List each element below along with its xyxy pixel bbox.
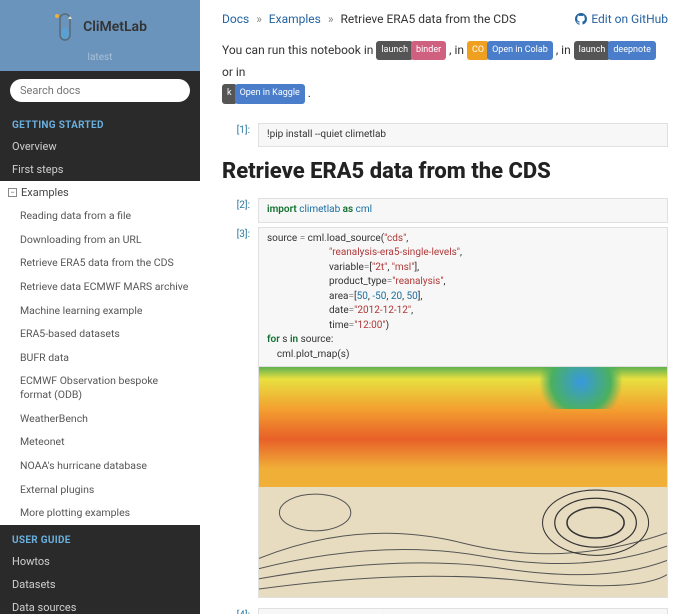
sub-plugins[interactable]: External plugins [0,478,200,502]
search-container [10,79,190,102]
breadcrumb-root[interactable]: Docs [222,12,249,26]
sub-weatherbench[interactable]: WeatherBench [0,407,200,431]
sub-era5-cds[interactable]: Retrieve ERA5 data from the CDS [0,251,200,275]
nav-examples-label: Examples [21,186,69,199]
breadcrumb-examples[interactable]: Examples [269,12,321,26]
github-label: Edit on GitHub [591,12,668,26]
sidebar-header: CliMetLab latest [0,0,200,71]
cell-4-prompt: [4]: [222,608,250,614]
collapse-icon: − [8,188,17,197]
cell-2: [2]: import climetlab as cml [222,198,668,223]
cell-4-code: source = cml.load_source("cds", "reanaly… [258,608,668,614]
sidebar: CliMetLab latest GETTING STARTED Overvie… [0,0,200,614]
page-title: Retrieve ERA5 data from the CDS [222,159,668,184]
sub-more-plotting[interactable]: More plotting examples [0,501,200,525]
sub-noaa[interactable]: NOAA's hurricane database [0,454,200,478]
version-label: latest [12,52,188,63]
badge-colab-l[interactable]: CO [467,41,489,60]
cell-1: [1]: !pip install --quiet climetlab [222,123,668,148]
nav-datasets[interactable]: Datasets [0,573,200,596]
nav-examples-group: − Examples Reading data from a file Down… [0,181,200,525]
github-icon [575,13,587,25]
sub-odb[interactable]: ECMWF Observation bespoke format (ODB) [0,369,200,406]
cell-3: [3]: source = cml.load_source("cds", "re… [222,227,668,599]
badge-colab-r[interactable]: Open in Colab [487,41,553,60]
nav-data-sources[interactable]: Data sources [0,596,200,614]
badge-binder-l[interactable]: launch [376,41,413,60]
cell-4: [4]: source = cml.load_source("cds", "re… [222,608,668,614]
nav-first-steps[interactable]: First steps [0,158,200,181]
breadcrumb-sep: » [256,12,262,26]
run-notebook-line: You can run this notebook in launchbinde… [222,40,668,105]
section-getting-started: GETTING STARTED [0,110,200,135]
sub-ecmwf-mars[interactable]: Retrieve data ECMWF MARS archive [0,275,200,299]
breadcrumb: Docs » Examples » Retrieve ERA5 data fro… [222,12,516,26]
badge-kaggle-r[interactable]: Open in Kaggle [235,84,305,103]
logo-icon [53,10,77,44]
sub-meteonet[interactable]: Meteonet [0,430,200,454]
badge-deepnote-r[interactable]: deepnote [608,41,656,60]
badge-deepnote-l[interactable]: launch [574,41,611,60]
output-maps [258,367,668,598]
nav-examples[interactable]: − Examples [0,181,200,204]
sub-ml-example[interactable]: Machine learning example [0,299,200,323]
sub-reading-data[interactable]: Reading data from a file [0,204,200,228]
edit-on-github[interactable]: Edit on GitHub [575,12,668,26]
map-temperature [259,367,667,487]
logo[interactable]: CliMetLab [12,10,188,48]
section-user-guide: USER GUIDE [0,525,200,550]
site-name: CliMetLab [83,19,147,35]
sub-bufr[interactable]: BUFR data [0,346,200,370]
cell-3-code: source = cml.load_source("cds", "reanaly… [258,227,668,368]
map-pressure [259,487,667,597]
badge-binder-r[interactable]: binder [411,41,446,60]
cell-2-prompt: [2]: [222,198,250,223]
nav-overview[interactable]: Overview [0,135,200,158]
nav-howtos[interactable]: Howtos [0,550,200,573]
sub-era5-datasets[interactable]: ERA5-based datasets [0,322,200,346]
sub-download-url[interactable]: Downloading from an URL [0,228,200,252]
cell-1-prompt: [1]: [222,123,250,148]
search-input[interactable] [10,79,190,102]
cell-1-code: !pip install --quiet climetlab [258,123,668,148]
main-content: Docs » Examples » Retrieve ERA5 data fro… [200,0,690,614]
breadcrumb-sep: » [328,12,334,26]
top-row: Docs » Examples » Retrieve ERA5 data fro… [222,12,668,26]
breadcrumb-current: Retrieve ERA5 data from the CDS [340,12,516,26]
cell-2-code: import climetlab as cml [258,198,668,223]
cell-3-prompt: [3]: [222,227,250,599]
